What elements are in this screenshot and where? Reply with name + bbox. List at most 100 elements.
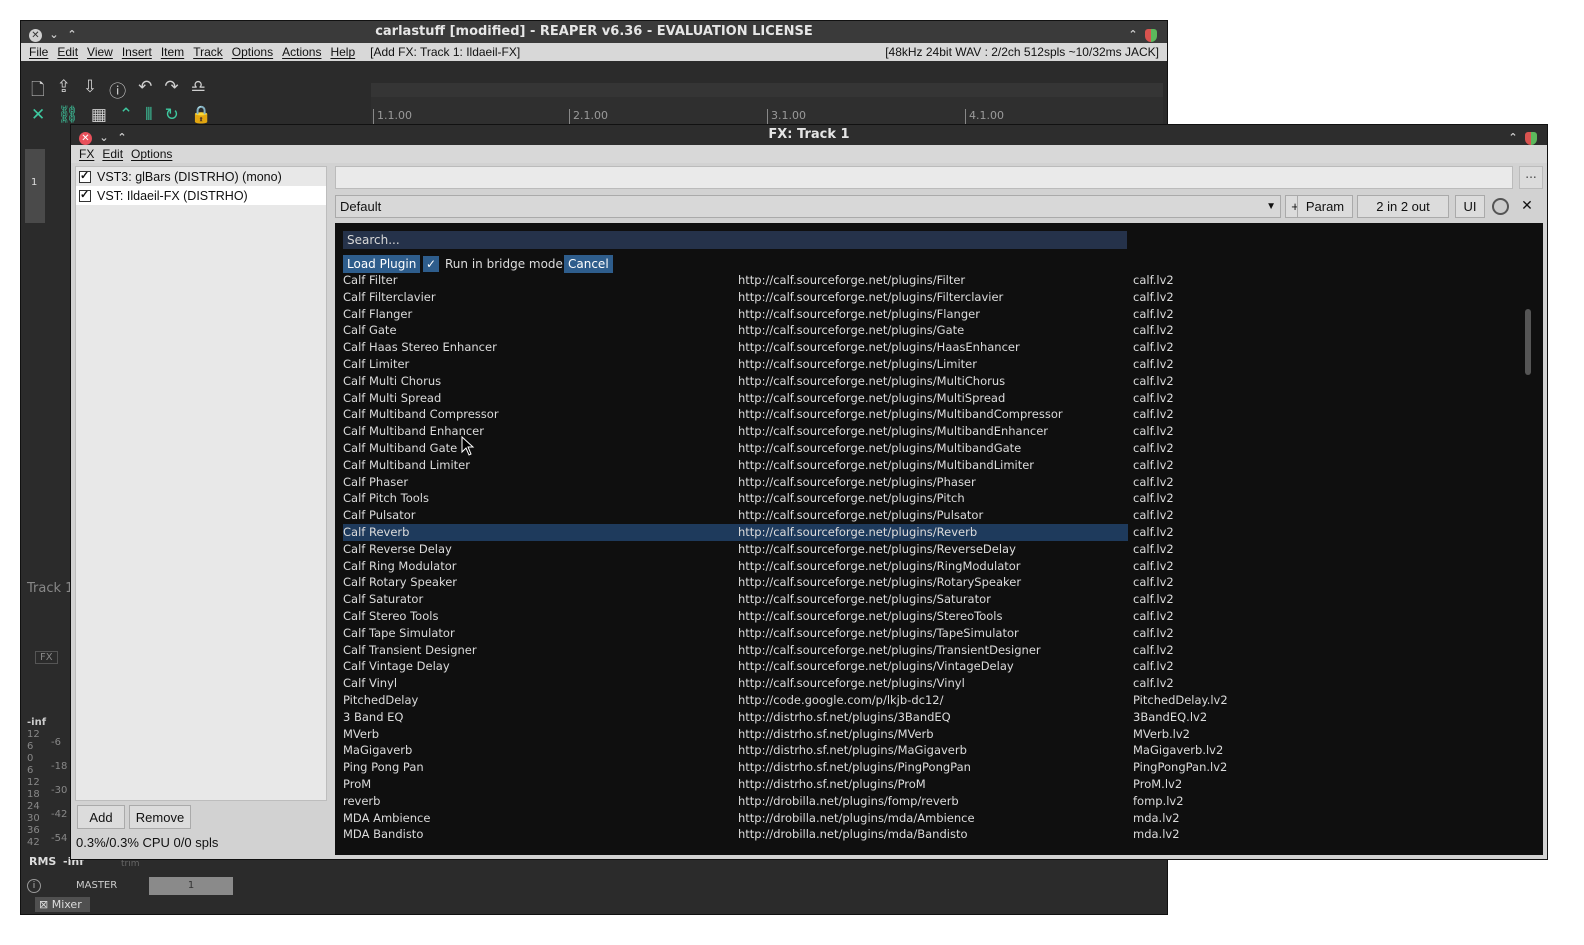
preset-dropdown[interactable]: Default ▼ — [335, 195, 1281, 218]
plugin-row[interactable]: Calf Multi Spread http://calf.sourceforge… — [343, 390, 1523, 407]
save-project-icon[interactable]: ⇩ — [83, 77, 97, 106]
plugin-row[interactable]: Calf Multi Chorus http://calf.sourceforge… — [343, 373, 1523, 390]
plugin-name: Calf Vinyl — [343, 676, 398, 691]
plugin-row[interactable]: Calf Stereo Tools http://calf.sourceforge… — [343, 608, 1523, 625]
close-icon[interactable]: ✕ — [29, 28, 42, 42]
plugin-row[interactable]: Calf Multiband Limiter http://calf.source… — [343, 457, 1523, 474]
io-routing-button[interactable]: 2 in 2 out — [1357, 195, 1449, 218]
ripple-icon[interactable]: ⦀ — [145, 105, 152, 125]
plugin-row[interactable]: Calf Saturator http://calf.sourceforge.ne… — [343, 591, 1523, 608]
remove-fx-button[interactable]: Remove — [129, 805, 191, 829]
ui-button[interactable]: UI — [1455, 195, 1485, 218]
track-panel[interactable]: 1 — [25, 149, 45, 223]
new-project-icon[interactable]: 🗋 — [31, 77, 45, 106]
plugin-row[interactable]: Calf Rotary Speaker http://calf.sourcefor… — [343, 574, 1523, 591]
plugin-row[interactable]: Calf Reverse Delay http://calf.sourceforg… — [343, 541, 1523, 558]
undo-icon[interactable]: ↶ — [138, 77, 152, 106]
plugin-row[interactable]: MDA Bandisto http://drobilla.net/plugins/… — [343, 826, 1523, 843]
close-icon[interactable]: ⊠ — [39, 898, 48, 911]
search-input[interactable]: Search... — [343, 231, 1127, 249]
cancel-button[interactable]: Cancel — [564, 255, 613, 273]
metronome-icon[interactable]: ♎ — [191, 77, 206, 106]
plugin-bundle: calf.lv2 — [1133, 575, 1174, 590]
loop-icon[interactable]: ↻ — [165, 105, 179, 125]
link-icon[interactable]: ⛓ — [57, 105, 79, 125]
plugin-row[interactable]: Calf Flanger http://calf.sourceforge.net/… — [343, 306, 1523, 323]
info-icon[interactable]: ⓘ — [109, 77, 126, 106]
plugin-uri: http://drobilla.net/plugins/mda/Bandisto — [738, 827, 968, 842]
info-icon[interactable]: i — [27, 879, 41, 893]
plugin-row[interactable]: PitchedDelay http://code.google.com/p/lkj… — [343, 692, 1523, 709]
menu-edit[interactable]: Edit — [57, 43, 78, 61]
minimize-icon[interactable]: ⌄ — [98, 128, 110, 148]
plugin-row[interactable]: Calf Vinyl http://calf.sourceforge.net/pl… — [343, 675, 1523, 692]
plugin-row[interactable]: reverb http://drobilla.net/plugins/fomp/r… — [343, 793, 1523, 810]
load-plugin-button[interactable]: Load Plugin — [343, 255, 421, 273]
plugin-row[interactable]: Calf Transient Designer http://calf.sourc… — [343, 642, 1523, 659]
menu-actions[interactable]: Actions — [282, 43, 321, 61]
add-fx-button[interactable]: Add — [77, 805, 125, 829]
fx-enable-checkbox[interactable] — [79, 188, 91, 202]
crossfade-icon[interactable]: ✕ — [31, 105, 45, 125]
plugin-row[interactable]: Calf Ring Modulator http://calf.sourcefor… — [343, 558, 1523, 575]
fx-chain-item[interactable]: VST: Ildaeil-FX (DISTRHO) — [76, 186, 326, 205]
rms-label[interactable]: RMS — [29, 855, 56, 868]
menu-item[interactable]: Item — [161, 43, 184, 61]
plugin-row[interactable]: Ping Pong Pan http://distrho.sf.net/plugi… — [343, 759, 1523, 776]
plugin-row[interactable]: Calf Multiband Compressor http://calf.sou… — [343, 406, 1523, 423]
plugin-row[interactable]: Calf Limiter http://calf.sourceforge.net/… — [343, 356, 1523, 373]
preset-name-field[interactable] — [335, 166, 1513, 189]
reaper-titlebar[interactable]: ✕ ⌄ ⌃ carlastuff [modified] - REAPER v6.… — [21, 21, 1167, 43]
audio-status[interactable]: [48kHz 24bit WAV : 2/2ch 512spls ~10/32m… — [885, 43, 1159, 61]
wet-knob[interactable] — [1492, 198, 1509, 215]
plugin-row[interactable]: Calf Multiband Enhancer http://calf.sourc… — [343, 423, 1523, 440]
menu-track[interactable]: Track — [193, 43, 223, 61]
plugin-row[interactable]: MVerb http://distrho.sf.net/plugins/MVerb… — [343, 726, 1523, 743]
menu-insert[interactable]: Insert — [122, 43, 152, 61]
menu-help[interactable]: Help — [330, 43, 355, 61]
fx-chain-list[interactable]: VST3: glBars (DISTRHO) (mono) VST: Ildae… — [75, 166, 327, 801]
plugin-row[interactable]: MDA Ambience http://drobilla.net/plugins/… — [343, 810, 1523, 827]
close-icon[interactable]: ✕ — [79, 131, 92, 145]
plugin-row[interactable]: Calf Tape Simulator http://calf.sourcefor… — [343, 625, 1523, 642]
plugin-row[interactable]: ProM http://distrho.sf.net/plugins/ProM Pr… — [343, 776, 1523, 793]
plugin-row[interactable]: Calf Pulsator http://calf.sourceforge.net… — [343, 507, 1523, 524]
plugin-row[interactable]: Calf Phaser http://calf.sourceforge.net/p… — [343, 474, 1523, 491]
plugin-row[interactable]: Calf Filterclavier http://calf.sourceforg… — [343, 289, 1523, 306]
scrollbar-thumb[interactable] — [1525, 309, 1531, 375]
ruler-bar[interactable] — [371, 83, 1163, 97]
timeline-ruler[interactable]: 1.1.00 2.1.00 3.1.00 4.1.00 — [371, 83, 1163, 129]
menu-options[interactable]: Options — [131, 145, 172, 163]
mixer-tab[interactable]: ⊠ Mixer — [35, 897, 90, 912]
master-track-row[interactable]: i MASTER 1 — [21, 877, 233, 895]
plugin-row[interactable]: Calf Vintage Delay http://calf.sourceforg… — [343, 658, 1523, 675]
fx-enable-checkbox[interactable] — [79, 169, 91, 183]
plugin-row[interactable]: Calf Multiband Gate http://calf.sourcefor… — [343, 440, 1523, 457]
menu-file[interactable]: File — [29, 43, 48, 61]
more-options-button[interactable]: ... — [1519, 166, 1543, 189]
chevron-up-icon[interactable]: ⌃ — [1507, 128, 1519, 148]
snap-icon[interactable]: ⌃ — [119, 105, 133, 125]
fx-chain-item[interactable]: VST3: glBars (DISTRHO) (mono) — [76, 167, 326, 186]
fx-button[interactable]: FX — [35, 651, 58, 664]
grid-icon[interactable]: ▦ — [91, 105, 107, 125]
menu-options[interactable]: Options — [232, 43, 273, 61]
plugin-uri: http://calf.sourceforge.net/plugins/Mult… — [738, 407, 1063, 422]
param-button[interactable]: Param — [1297, 195, 1353, 218]
plugin-row[interactable]: 3 Band EQ http://distrho.sf.net/plugins/3… — [343, 709, 1523, 726]
plugin-list[interactable]: Calf Filter http://calf.sourceforge.net/p… — [343, 272, 1523, 843]
plugin-row[interactable]: Calf Pitch Tools http://calf.sourceforge.… — [343, 490, 1523, 507]
fx-titlebar[interactable]: ✕ ⌄ ⌃ FX: Track 1 ⌃ — [71, 125, 1547, 145]
lock-icon[interactable]: 🔒 — [191, 105, 212, 125]
plugin-row[interactable]: Calf Gate http://calf.sourceforge.net/plu… — [343, 322, 1523, 339]
plugin-row[interactable]: Calf Haas Stereo Enhancer http://calf.sou… — [343, 339, 1523, 356]
bridge-mode-checkbox[interactable]: ✓ — [423, 256, 439, 272]
close-fx-button[interactable]: ✕ — [1519, 198, 1535, 214]
menu-view[interactable]: View — [87, 43, 113, 61]
open-project-icon[interactable]: ⇪ — [57, 77, 71, 106]
redo-icon[interactable]: ↷ — [164, 77, 178, 106]
plugin-row[interactable]: Calf Reverb http://calf.sourceforge.net/p… — [343, 523, 1174, 541]
maximize-icon[interactable]: ⌃ — [116, 128, 128, 148]
plugin-row[interactable]: Calf Filter http://calf.sourceforge.net/p… — [343, 272, 1523, 289]
plugin-row[interactable]: MaGigaverb http://distrho.sf.net/plugins/… — [343, 742, 1523, 759]
